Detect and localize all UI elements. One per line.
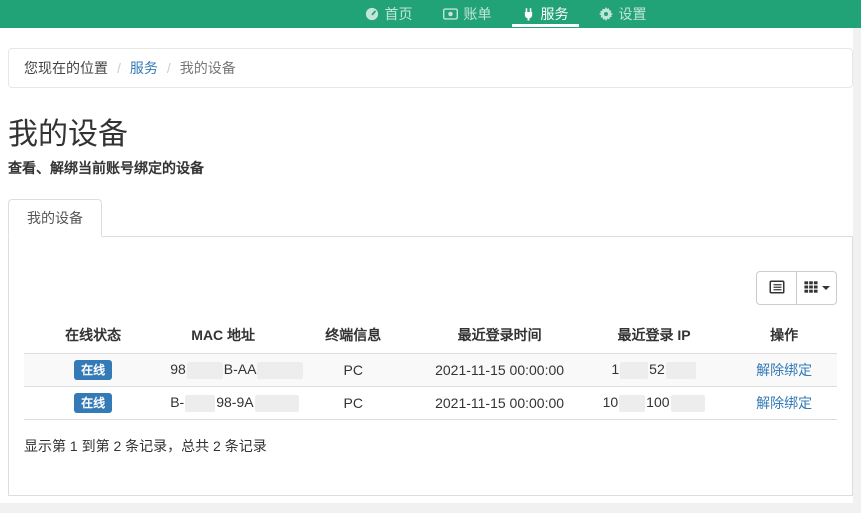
login-time-cell: 2021-11-15 00:00:00 <box>422 387 576 420</box>
mac-cell: 98 B-AA <box>162 354 284 387</box>
chevron-down-icon <box>822 286 830 290</box>
toggle-detail-view-button[interactable] <box>756 271 797 305</box>
column-header-actions: 操作 <box>731 317 837 354</box>
plug-icon <box>522 7 535 21</box>
breadcrumb-current: 我的设备 <box>180 58 236 78</box>
mac-text: B-AA <box>224 361 257 377</box>
column-header-status: 在线状态 <box>24 317 162 354</box>
devices-table: 在线状态 MAC 地址 终端信息 最近登录时间 最近登录 IP 操作 在线 98… <box>24 317 837 420</box>
table-header-row: 在线状态 MAC 地址 终端信息 最近登录时间 最近登录 IP 操作 <box>24 317 837 354</box>
nav-item-settings[interactable]: 设置 <box>584 0 662 28</box>
nav-item-label: 设置 <box>619 4 647 24</box>
top-navbar: 首页 账单 服务 设置 <box>0 0 861 28</box>
columns-grid-icon <box>804 280 818 297</box>
breadcrumb: 您现在的位置 / 服务 / 我的设备 <box>8 48 853 88</box>
ip-text: 1 <box>611 361 619 377</box>
nav-item-label: 首页 <box>385 4 413 24</box>
column-header-login-time: 最近登录时间 <box>422 317 576 354</box>
mac-text: 98-9A <box>216 394 253 410</box>
censored-block <box>619 395 645 412</box>
nav-item-home[interactable]: 首页 <box>350 0 428 28</box>
breadcrumb-link-services[interactable]: 服务 <box>130 58 158 78</box>
breadcrumb-prefix: 您现在的位置 <box>24 58 108 78</box>
censored-block <box>620 362 648 379</box>
unbind-link[interactable]: 解除绑定 <box>756 395 812 411</box>
table-toolbar <box>24 271 837 305</box>
censored-block <box>666 362 696 379</box>
detail-view-icon <box>769 279 785 298</box>
ip-text: 52 <box>649 361 665 377</box>
tab-bar: 我的设备 <box>8 199 853 236</box>
gear-icon <box>599 7 613 21</box>
login-ip-cell: 1 52 <box>577 354 731 387</box>
nav-menu: 首页 账单 服务 设置 <box>350 0 662 28</box>
mac-text: 98 <box>170 361 186 377</box>
ip-text: 100 <box>646 394 669 410</box>
pagination-summary: 显示第 1 到第 2 条记录，总共 2 条记录 <box>24 436 837 456</box>
column-header-mac: MAC 地址 <box>162 317 284 354</box>
mac-text: B- <box>170 394 184 410</box>
nav-item-services[interactable]: 服务 <box>507 0 584 28</box>
page-title: 我的设备 <box>8 118 853 151</box>
status-badge: 在线 <box>74 360 112 380</box>
devices-panel: 在线状态 MAC 地址 终端信息 最近登录时间 最近登录 IP 操作 在线 98… <box>8 236 853 496</box>
tab-my-devices[interactable]: 我的设备 <box>8 199 102 237</box>
censored-block <box>185 395 215 412</box>
status-cell: 在线 <box>24 354 162 387</box>
nav-item-label: 服务 <box>541 4 569 24</box>
censored-block <box>671 395 705 412</box>
table-row: 在线 98 B-AA PC 2021-11-15 00:00:00 1 52 解除绑… <box>24 354 837 387</box>
ip-text: 10 <box>603 394 619 410</box>
column-header-login-ip: 最近登录 IP <box>577 317 731 354</box>
status-badge: 在线 <box>74 393 112 413</box>
censored-block <box>255 395 299 412</box>
censored-block <box>257 362 303 379</box>
login-time-cell: 2021-11-15 00:00:00 <box>422 354 576 387</box>
unbind-link[interactable]: 解除绑定 <box>756 362 812 378</box>
breadcrumb-separator: / <box>117 60 121 76</box>
toolbar-button-group <box>756 271 837 305</box>
page-subtitle: 查看、解绑当前账号绑定的设备 <box>8 159 853 177</box>
nav-item-label: 账单 <box>464 4 492 24</box>
columns-dropdown-button[interactable] <box>796 271 837 305</box>
column-header-terminal: 终端信息 <box>284 317 422 354</box>
action-cell: 解除绑定 <box>731 354 837 387</box>
page-content: 您现在的位置 / 服务 / 我的设备 我的设备 查看、解绑当前账号绑定的设备 我… <box>0 28 853 503</box>
breadcrumb-separator: / <box>167 60 171 76</box>
mac-cell: B- 98-9A <box>162 387 284 420</box>
terminal-cell: PC <box>284 354 422 387</box>
dashboard-icon <box>365 7 379 21</box>
bill-icon <box>443 8 458 20</box>
nav-item-bills[interactable]: 账单 <box>428 0 507 28</box>
terminal-cell: PC <box>284 387 422 420</box>
login-ip-cell: 10 100 <box>577 387 731 420</box>
table-row: 在线 B-98-9A PC 2021-11-15 00:00:00 10100 … <box>24 387 837 420</box>
action-cell: 解除绑定 <box>731 387 837 420</box>
censored-block <box>187 362 223 379</box>
status-cell: 在线 <box>24 387 162 420</box>
